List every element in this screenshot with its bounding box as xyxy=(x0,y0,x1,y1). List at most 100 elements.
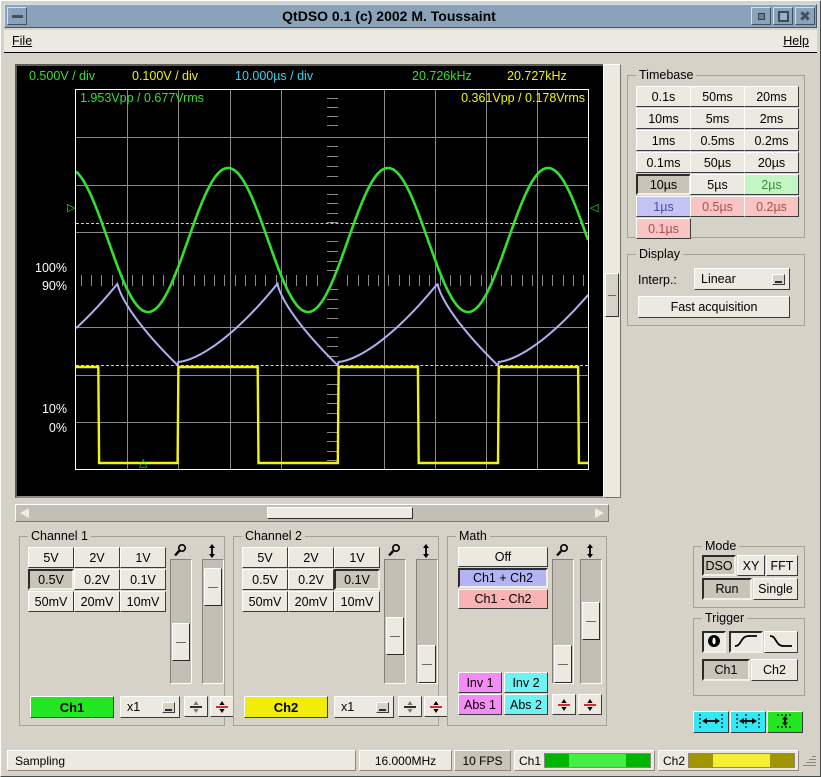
timebase-button-50ms[interactable]: 50ms xyxy=(690,86,745,107)
channel2-range-10mV[interactable]: 10mV xyxy=(334,591,380,612)
horizontal-scroll-track[interactable] xyxy=(34,505,590,521)
timebase-button-2ms[interactable]: 2ms xyxy=(744,108,799,129)
channel2-range-01V[interactable]: 0.1V xyxy=(334,569,380,590)
timebase-button-01s[interactable]: 0.1µs xyxy=(636,218,691,239)
channel1-range-02V[interactable]: 0.2V xyxy=(74,569,120,590)
timebase-button-10ms[interactable]: 10ms xyxy=(636,108,691,129)
channel2-center-button[interactable] xyxy=(398,696,422,717)
timebase-button-10s[interactable]: 10µs xyxy=(636,174,691,195)
math-offset-slider-thumb[interactable] xyxy=(582,602,600,640)
trigger-position-marker[interactable]: △ xyxy=(139,458,147,469)
channel2-range-20mV[interactable]: 20mV xyxy=(288,591,334,612)
channel2-range-02V[interactable]: 0.2V xyxy=(288,569,334,590)
channel2-enable-button[interactable]: Ch2 xyxy=(244,696,328,718)
channel1-range-10mV[interactable]: 10mV xyxy=(120,591,166,612)
channel1-range-2V[interactable]: 2V xyxy=(74,547,120,568)
channel1-offset-slider[interactable] xyxy=(202,559,224,684)
scope-display[interactable]: 0.500V / div 0.100V / div 10.000µs / div… xyxy=(15,64,609,498)
channel1-range-50mV[interactable]: 50mV xyxy=(28,591,74,612)
mode-dso-button[interactable]: DSO xyxy=(702,555,736,576)
fps-readout: 10 FPS xyxy=(454,750,511,771)
scroll-right-arrow[interactable] xyxy=(591,506,607,520)
channel1-gain-slider-thumb[interactable] xyxy=(172,623,190,661)
channel1-range-05V[interactable]: 0.5V xyxy=(28,569,74,590)
timebase-button-5ms[interactable]: 5ms xyxy=(690,108,745,129)
math-add-button[interactable]: Ch1 + Ch2 xyxy=(458,568,548,588)
autoscale-vertical-button[interactable] xyxy=(767,711,803,733)
menu-help[interactable]: Help xyxy=(775,32,817,50)
trigger-ch1-button[interactable]: Ch1 xyxy=(702,659,750,681)
math-inv2-button[interactable]: Inv 2 xyxy=(504,672,548,693)
channel2-offset-slider[interactable] xyxy=(416,559,438,684)
timebase-button-2s[interactable]: 2µs xyxy=(744,174,799,195)
timebase-button-02ms[interactable]: 0.2ms xyxy=(744,130,799,151)
channel1-range-5V[interactable]: 5V xyxy=(28,547,74,568)
channel2-range-5V[interactable]: 5V xyxy=(242,547,288,568)
channel1-range-20mV[interactable]: 20mV xyxy=(74,591,120,612)
scope-horizontal-scrollbar[interactable] xyxy=(15,504,609,522)
timebase-button-02s[interactable]: 0.2µs xyxy=(744,196,799,217)
channel1-probe-dropdown[interactable]: x1 xyxy=(120,696,180,718)
timebase-button-20s[interactable]: 20µs xyxy=(744,152,799,173)
scope-vertical-scrollbar[interactable] xyxy=(603,64,621,498)
math-offset-slider[interactable] xyxy=(580,559,602,684)
channel2-range-1V[interactable]: 1V xyxy=(334,547,380,568)
math-center-button[interactable] xyxy=(552,694,576,715)
menu-file[interactable]: File xyxy=(4,32,40,50)
math-sub-button[interactable]: Ch1 - Ch2 xyxy=(458,589,548,609)
math-inv1-button[interactable]: Inv 1 xyxy=(458,672,502,693)
mode-fft-button[interactable]: FFT xyxy=(766,555,798,576)
channel2-gain-slider[interactable] xyxy=(384,559,406,684)
vertical-scroll-thumb[interactable] xyxy=(605,273,619,317)
autoscale-horizontal-out-button[interactable] xyxy=(693,711,729,733)
channel1-zero-button[interactable] xyxy=(210,696,234,717)
timebase-button-05s[interactable]: 0.5µs xyxy=(690,196,745,217)
mode-single-button[interactable]: Single xyxy=(753,578,798,600)
mode-xy-button[interactable]: XY xyxy=(737,555,765,576)
trigger-ch2-button[interactable]: Ch2 xyxy=(751,659,798,681)
math-gain-slider-thumb[interactable] xyxy=(554,645,572,683)
math-abs1-button[interactable]: Abs 1 xyxy=(458,694,502,715)
timebase-button-1ms[interactable]: 1ms xyxy=(636,130,691,151)
timebase-button-1s[interactable]: 1µs xyxy=(636,196,691,217)
trigger-rising-button[interactable] xyxy=(729,631,763,653)
channel2-zero-button[interactable] xyxy=(424,696,448,717)
resize-grip-icon[interactable] xyxy=(802,754,816,768)
math-off-button[interactable]: Off xyxy=(458,547,548,567)
ch1-level-marker-right[interactable]: ◁ xyxy=(590,203,598,214)
interp-dropdown[interactable]: Linear xyxy=(694,268,790,290)
menu-bar: File Help xyxy=(4,30,817,53)
channel1-center-button[interactable] xyxy=(184,696,208,717)
channel1-gain-slider[interactable] xyxy=(170,559,192,684)
channel2-range-05V[interactable]: 0.5V xyxy=(242,569,288,590)
timebase-button-5s[interactable]: 5µs xyxy=(690,174,745,195)
fast-acquisition-button[interactable]: Fast acquisition xyxy=(638,296,790,318)
maximize-button[interactable] xyxy=(773,7,793,25)
channel1-range-1V[interactable]: 1V xyxy=(120,547,166,568)
minimize-button[interactable] xyxy=(751,7,771,25)
channel2-gain-slider-thumb[interactable] xyxy=(386,617,404,655)
channel2-probe-dropdown[interactable]: x1 xyxy=(334,696,394,718)
timebase-button-20ms[interactable]: 20ms xyxy=(744,86,799,107)
timebase-button-01ms[interactable]: 0.1ms xyxy=(636,152,691,173)
close-button[interactable]: ✖ xyxy=(795,7,815,25)
channel1-offset-slider-thumb[interactable] xyxy=(204,568,222,606)
window-menu-button[interactable] xyxy=(7,7,27,25)
timebase-button-01s[interactable]: 0.1s xyxy=(636,86,691,107)
math-abs2-button[interactable]: Abs 2 xyxy=(504,694,548,715)
trigger-level-button[interactable] xyxy=(702,631,726,653)
horizontal-scroll-thumb[interactable] xyxy=(267,507,413,519)
timebase-button-05ms[interactable]: 0.5ms xyxy=(690,130,745,151)
timebase-button-50s[interactable]: 50µs xyxy=(690,152,745,173)
channel2-range-2V[interactable]: 2V xyxy=(288,547,334,568)
mode-run-button[interactable]: Run xyxy=(702,578,752,600)
channel2-offset-slider-thumb[interactable] xyxy=(418,645,436,683)
channel2-range-50mV[interactable]: 50mV xyxy=(242,591,288,612)
autoscale-horizontal-in-button[interactable] xyxy=(730,711,766,733)
scroll-left-arrow[interactable] xyxy=(17,506,33,520)
channel1-enable-button[interactable]: Ch1 xyxy=(30,696,114,718)
math-gain-slider[interactable] xyxy=(552,559,574,684)
trigger-falling-button[interactable] xyxy=(764,631,798,653)
math-zero-button[interactable] xyxy=(578,694,602,715)
channel1-range-01V[interactable]: 0.1V xyxy=(120,569,166,590)
